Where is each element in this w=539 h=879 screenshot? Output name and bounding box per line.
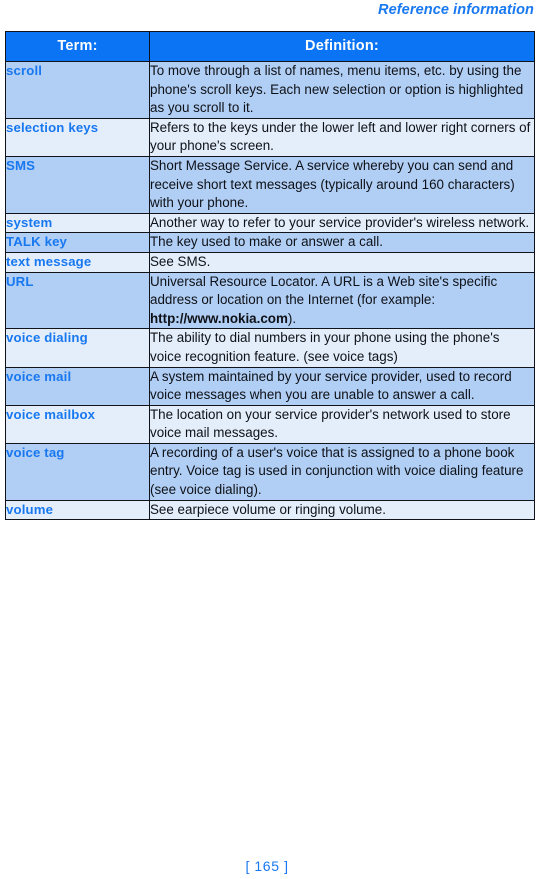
table-row: voice mail A system maintained by your se… (5, 366, 535, 406)
reference-information-page: Reference information Term: Definition: … (0, 0, 539, 879)
glossary-definition: The ability to dial numbers in your phon… (149, 328, 535, 368)
table-row: selection keys Refers to the keys under t… (5, 117, 535, 157)
definition-suffix: ). (287, 310, 297, 326)
column-header-definition: Definition: (149, 31, 535, 62)
glossary-definition: To move through a list of names, menu it… (149, 61, 535, 119)
glossary-definition: Refers to the keys under the lower left … (149, 117, 535, 157)
table-row: SMS Short Message Service. A service wher… (5, 155, 535, 214)
table-header-row: Term: Definition: (5, 31, 535, 62)
page-number-footer: [ 165 ] (245, 858, 289, 874)
glossary-term: scroll (5, 61, 150, 119)
table-row: voice dialing The ability to dial numbers… (5, 328, 535, 368)
table-row: scroll To move through a list of names, m… (5, 61, 535, 119)
glossary-term: voice mailbox (5, 404, 150, 444)
glossary-definition: Short Message Service. A service whereby… (149, 155, 535, 214)
glossary-term: voice dialing (5, 328, 150, 368)
glossary-definition: A recording of a user's voice that is as… (149, 442, 535, 501)
table-row: voice mailbox The location on your servic… (5, 404, 535, 444)
glossary-table: Term: Definition: scroll To move through … (5, 31, 535, 521)
running-header-title: Reference information (378, 2, 534, 18)
glossary-definition: See SMS. (149, 251, 535, 273)
glossary-term: selection keys (5, 117, 150, 157)
table-row: TALK key The key used to make or answer a… (5, 232, 535, 253)
glossary-term: URL (5, 271, 150, 330)
glossary-term: volume (5, 499, 150, 521)
glossary-definition: Universal Resource Locator. A URL is a W… (149, 271, 535, 330)
glossary-term: voice mail (5, 366, 150, 406)
glossary-definition: A system maintained by your service prov… (149, 366, 535, 406)
table-row: voice tag A recording of a user's voice t… (5, 442, 535, 501)
glossary-table-header: Term: Definition: (5, 31, 535, 62)
table-row: volume See earpiece volume or ringing vol… (5, 499, 535, 521)
glossary-term: voice tag (5, 442, 150, 501)
definition-url: http://www.nokia.com (150, 310, 288, 326)
glossary-definition: The location on your service provider's … (149, 404, 535, 444)
glossary-term: TALK key (5, 232, 150, 253)
table-row: URL Universal Resource Locator. A URL is … (5, 271, 535, 330)
glossary-definition: The key used to make or answer a call. (149, 232, 535, 253)
glossary-term: text message (5, 251, 150, 273)
glossary-definition: See earpiece volume or ringing volume. (149, 499, 535, 521)
definition-text: Universal Resource Locator. A URL is a W… (150, 273, 498, 308)
column-header-term: Term: (5, 31, 150, 62)
glossary-term: SMS (5, 155, 150, 214)
glossary-definition: Another way to refer to your service pro… (149, 212, 535, 234)
glossary-term: system (5, 212, 150, 234)
table-row: system Another way to refer to your servi… (5, 212, 535, 234)
glossary-table-body: scroll To move through a list of names, m… (5, 61, 535, 521)
table-row: text message See SMS. (5, 251, 535, 273)
